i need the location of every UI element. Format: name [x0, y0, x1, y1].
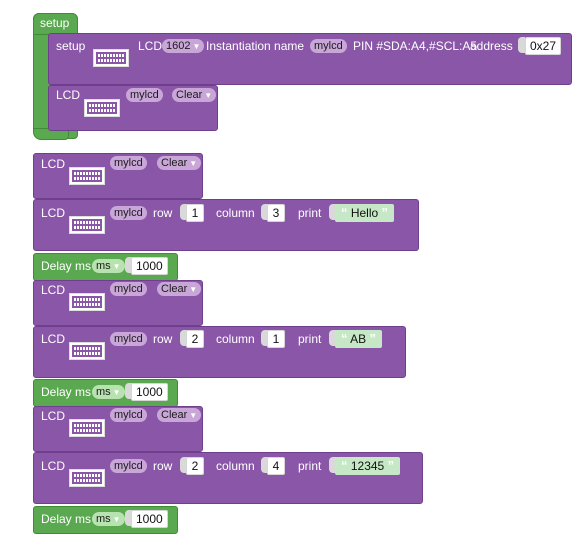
- address-input[interactable]: 0x27: [525, 37, 562, 55]
- dropdown-arrow-icon: ▼: [192, 42, 201, 51]
- lcd-name-field[interactable]: mylcd: [110, 332, 147, 346]
- dropdown-arrow-icon: ▼: [189, 159, 198, 168]
- dropdown-arrow-icon: ▼: [112, 262, 121, 271]
- quote-mark-icon: ”: [381, 205, 389, 220]
- row-input[interactable]: 2: [186, 457, 204, 475]
- lcd-display-icon: [69, 293, 105, 311]
- lcd-action-value: Clear: [161, 157, 188, 169]
- instantiation-label: Instantiation name: [206, 39, 305, 53]
- lcd-display-icon: [69, 167, 105, 185]
- print-lcd-label: LCD: [41, 459, 66, 473]
- delay-label: Delay ms: [41, 385, 92, 399]
- lcd-display-icon: [93, 49, 129, 67]
- delay-unit-value: ms: [96, 513, 111, 525]
- column-label: column: [216, 206, 255, 220]
- clear-lcd-label: LCD: [56, 88, 81, 102]
- lcd-name-field[interactable]: mylcd: [126, 88, 163, 102]
- delay-unit-value: ms: [96, 386, 111, 398]
- dropdown-arrow-icon: ▼: [112, 388, 121, 397]
- clear-lcd-label: LCD: [41, 409, 66, 423]
- quote-mark-icon: ”: [369, 331, 377, 346]
- dropdown-arrow-icon: ▼: [189, 411, 198, 420]
- quote-mark-icon: “: [341, 331, 348, 346]
- init-block-label: setup: [56, 39, 86, 53]
- column-label: column: [216, 332, 255, 346]
- print-label: print: [298, 206, 322, 220]
- print-label: print: [298, 459, 322, 473]
- lcd-display-icon: [69, 469, 105, 487]
- row-input[interactable]: 2: [186, 330, 204, 348]
- column-input[interactable]: 1: [267, 330, 285, 348]
- pin-label: PIN #SDA:A4,#SCL:A5: [353, 39, 478, 53]
- print-text-field[interactable]: “ 12345 ”: [335, 457, 401, 475]
- quote-mark-icon: ”: [387, 458, 395, 473]
- lcd-name-field[interactable]: mylcd: [110, 408, 147, 422]
- lcd-name-field[interactable]: mylcd: [110, 156, 147, 170]
- print-label: print: [298, 332, 322, 346]
- print-text-value: AB: [350, 332, 367, 346]
- delay-value-input[interactable]: 1000: [131, 510, 168, 528]
- print-lcd-label: LCD: [41, 206, 66, 220]
- lcd-name-field[interactable]: mylcd: [110, 459, 147, 473]
- lcd-display-icon: [69, 342, 105, 360]
- lcd-name-field[interactable]: mylcd: [110, 206, 147, 220]
- row-label: row: [153, 459, 173, 473]
- delay-value-input[interactable]: 1000: [131, 383, 168, 401]
- lcd-action-dropdown[interactable]: Clear ▼: [172, 88, 217, 102]
- address-socket: [518, 37, 525, 53]
- lcd-action-value: Clear: [161, 409, 188, 421]
- column-input[interactable]: 4: [267, 457, 285, 475]
- lcd-action-value: Clear: [161, 283, 188, 295]
- lcd-action-dropdown[interactable]: Clear ▼: [157, 408, 202, 422]
- delay-label: Delay ms: [41, 259, 92, 273]
- delay-unit-dropdown[interactable]: ms ▼: [92, 385, 125, 399]
- lcd-name-field[interactable]: mylcd: [110, 282, 147, 296]
- lcd-model-dropdown[interactable]: 1602 ▼: [162, 39, 205, 53]
- setup-hat-label: setup: [40, 16, 70, 30]
- lcd-action-value: Clear: [176, 89, 203, 101]
- clear-lcd-label: LCD: [41, 283, 66, 297]
- delay-unit-dropdown[interactable]: ms ▼: [92, 512, 125, 526]
- quote-mark-icon: “: [341, 205, 348, 220]
- lcd-model-value: 1602: [166, 40, 191, 52]
- column-label: column: [216, 459, 255, 473]
- dropdown-arrow-icon: ▼: [189, 285, 198, 294]
- print-text-value: Hello: [350, 206, 379, 220]
- print-lcd-label: LCD: [41, 332, 66, 346]
- lcd-display-icon: [69, 419, 105, 437]
- column-input[interactable]: 3: [267, 204, 285, 222]
- quote-mark-icon: “: [341, 458, 348, 473]
- delay-value-input[interactable]: 1000: [131, 257, 168, 275]
- instance-name-field[interactable]: mylcd: [310, 39, 347, 53]
- row-label: row: [153, 206, 173, 220]
- print-text-field[interactable]: “ AB ”: [335, 330, 383, 348]
- delay-label: Delay ms: [41, 512, 92, 526]
- print-text-field[interactable]: “ Hello ”: [335, 204, 395, 222]
- address-label: address: [470, 39, 513, 53]
- lcd-display-icon: [69, 216, 105, 234]
- row-input[interactable]: 1: [186, 204, 204, 222]
- dropdown-arrow-icon: ▼: [112, 515, 121, 524]
- row-label: row: [153, 332, 173, 346]
- print-text-value: 12345: [350, 459, 385, 473]
- dropdown-arrow-icon: ▼: [204, 91, 213, 100]
- delay-unit-value: ms: [96, 260, 111, 272]
- lcd-action-dropdown[interactable]: Clear ▼: [157, 156, 202, 170]
- clear-lcd-label: LCD: [41, 157, 66, 171]
- lcd-action-dropdown[interactable]: Clear ▼: [157, 282, 202, 296]
- lcd-display-icon: [84, 99, 120, 117]
- init-lcd-label: LCD: [138, 39, 163, 53]
- delay-unit-dropdown[interactable]: ms ▼: [92, 259, 125, 273]
